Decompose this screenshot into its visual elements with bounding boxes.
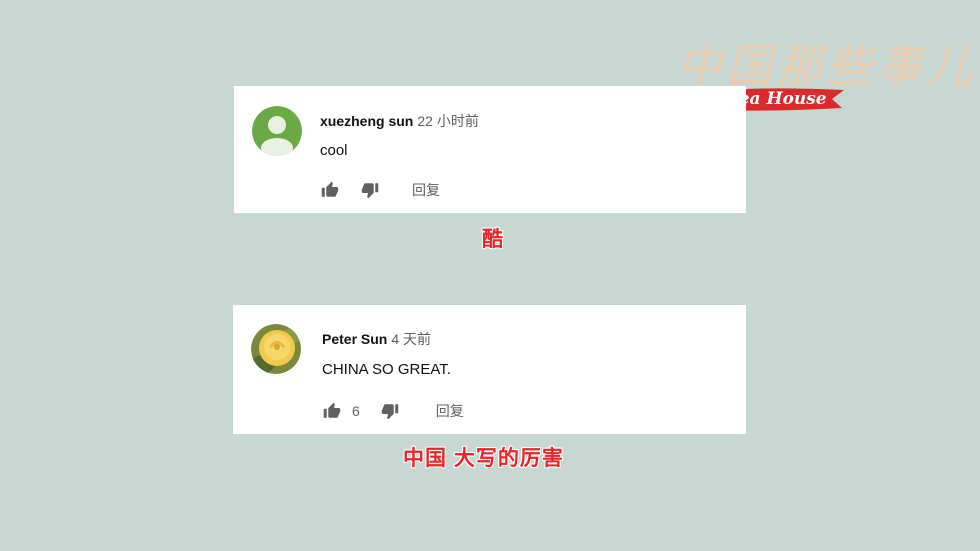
default-person-avatar[interactable] [252,106,302,156]
video-subtitle: 酷 [482,228,504,251]
video-subtitle: 中国 大写的厉害 [403,447,564,470]
comment-actions: 回复 [320,180,440,200]
yellow-rose-avatar[interactable] [251,324,301,374]
comment-actions: 6 回复 [322,401,464,421]
comment-text: cool [320,142,348,159]
comment-time[interactable]: 22 小时前 [417,113,478,129]
thumb-up-icon[interactable] [322,401,342,421]
comment-author[interactable]: Peter Sun [322,331,387,347]
thumb-up-icon[interactable] [320,180,340,200]
thumb-down-icon[interactable] [380,401,400,421]
comment-card: xuezheng sun 22 小时前 cool 回复 [234,86,746,213]
reply-button[interactable]: 回复 [412,180,440,200]
comment-text: CHINA SO GREAT. [322,361,451,378]
like-count: 6 [352,403,360,419]
comment-card: Peter Sun 4 天前 CHINA SO GREAT. 6 回复 [233,305,746,434]
comment-header: Peter Sun 4 天前 [322,329,431,349]
thumb-down-icon[interactable] [360,180,380,200]
comment-header: xuezheng sun 22 小时前 [320,111,479,131]
reply-button[interactable]: 回复 [436,401,464,421]
comment-time[interactable]: 4 天前 [391,331,431,347]
comment-author[interactable]: xuezheng sun [320,113,413,129]
